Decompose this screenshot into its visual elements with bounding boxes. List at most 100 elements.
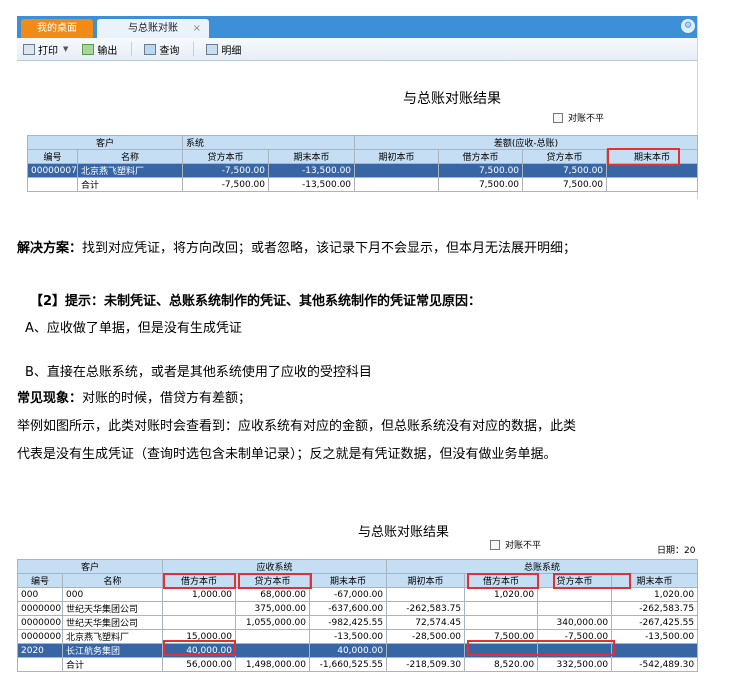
cell-code: 000 [17,587,63,602]
cell-ar-end: -982,425.55 [309,615,388,630]
printer-icon [23,43,35,55]
highlight-box [163,640,236,656]
screenshot-reconcile-2: 与总账对账结果 对账不平 日期：20 客户 应收系统 总账系统 编号 名称 借方… [16,507,699,695]
cell-gl-debit [464,615,539,630]
cell-gl-end: -267,425.55 [611,615,699,630]
unbalanced-checkbox[interactable]: 对账不平 [490,538,541,551]
cell-gl-end: -13,500.00 [611,629,699,644]
header-customer: 客户 [16,559,164,574]
col-diff-credit[interactable]: 贷方本币 [522,149,608,164]
cell-code: 00000001 [17,615,63,630]
cell-ar-end: -637,600.00 [309,601,388,616]
col-name[interactable]: 名称 [76,149,184,164]
cell-ar-credit: 1,055,000.00 [235,615,311,630]
cell-name: 北京燕飞塑料厂 [76,163,184,178]
example-line-2: 代表是没有生成凭证（查询时选包含未制单记录）；反之就是有凭证数据，但没有做业务单… [17,447,557,462]
cell-debit: -7,500.00 [182,177,270,192]
cell-gl-begin: 72,574.45 [386,615,466,630]
close-icon[interactable]: × [193,19,201,38]
cell-gl-end: 1,020.00 [611,587,699,602]
cell-ar-debit: 1,000.00 [162,587,237,602]
checkbox-box[interactable] [553,112,563,123]
cell-diff-credit: 7,500.00 [522,163,608,178]
cell-debit: -7,500.00 [182,163,270,178]
unbalanced-checkbox[interactable]: 对账不平 [553,111,604,124]
export-icon [82,43,95,55]
symptom-body: 对账的时候，借贷方有差额； [82,391,252,406]
tip-heading: 【2】提示：未制凭证、总账系统制作的凭证、其他系统制作的凭证常见原因： [30,294,482,309]
toolbar: 打印 ▼ 输出 查询 明细 [17,38,697,61]
table-row[interactable]: 000 000 1,000.00 68,000.00 -67,000.00 1,020.0… [17,587,699,602]
cell-diff-begin [354,177,440,192]
checkbox-box[interactable] [490,539,500,550]
table-row[interactable]: 00000001 世纪天华集团公司 375,000.00 -637,600.00 -26… [17,601,699,616]
export-label: 输出 [97,45,118,57]
reconcile-table: 客户 系统 差额(应收-总账) 编号 名称 贷方本币 期末本币 期初本币 借方本… [26,135,699,192]
detail-button[interactable]: 明细 [206,42,241,57]
col-gl-begin[interactable]: 期初本币 [386,573,466,588]
tab-desktop[interactable]: 我的桌面 [21,19,93,38]
cell-end: -13,500.00 [268,177,356,192]
chevron-down-icon[interactable]: ▼ [63,45,68,53]
cell-gl-end: -262,583.75 [611,601,699,616]
highlight-box [238,573,312,589]
col-code[interactable]: 编号 [27,149,78,164]
print-label: 打印 [38,45,58,57]
highlight-box [467,640,615,656]
solution-paragraph: 解决方案：找到对应凭证，将方向改回；或者忽略，该记录下月不会显示，但本月无法展开… [17,240,576,258]
checkbox-label: 对账不平 [505,541,542,551]
col-name[interactable]: 名称 [61,573,164,588]
highlight-box [553,573,631,589]
report-title: 与总账对账结果 [358,525,450,540]
cell-ar-end: -67,000.00 [309,587,388,602]
cell-gl-begin: -262,583.75 [386,601,466,616]
cell-gl-credit [537,587,613,602]
cell-name: 合计 [76,177,184,192]
cell-diff-credit: 7,500.00 [522,177,608,192]
query-button[interactable]: 查询 [144,42,179,57]
col-end[interactable]: 期末本币 [268,149,356,164]
table-row[interactable]: 合计 -7,500.00 -13,500.00 7,500.00 7,500.0… [27,177,699,192]
cell-ar-debit [162,615,237,630]
search-icon [144,43,157,55]
date-label: 日期：20 [657,546,696,556]
cell-ar-credit [235,629,311,644]
print-button[interactable]: 打印 ▼ [23,42,68,57]
cell-ar-credit: 1,498,000.00 [235,657,311,672]
cell-code: 00000007 [17,629,63,644]
table-row[interactable]: 合计 56,000.00 1,498,000.00 -1,660,525.55 -218… [17,657,699,672]
table-row[interactable]: 00000001 世纪天华集团公司 1,055,000.00 -982,425.55 7… [17,615,699,630]
cell-gl-end [611,643,699,658]
cell-name: 北京燕飞塑料厂 [61,629,164,644]
detail-label: 明细 [221,45,242,57]
table-header-group: 客户 应收系统 总账系统 [16,559,699,574]
col-debit[interactable]: 贷方本币 [182,149,270,164]
cell-gl-end: -542,489.30 [611,657,699,672]
export-button[interactable]: 输出 [82,42,117,57]
cell-name: 世纪天华集团公司 [61,601,164,616]
cell-diff-debit: 7,500.00 [438,163,524,178]
cell-diff-end [606,177,699,192]
cell-ar-debit: 56,000.00 [162,657,237,672]
col-ar-end[interactable]: 期末本币 [309,573,388,588]
cell-gl-begin [386,643,466,658]
detail-icon [206,43,219,55]
symptom-paragraph: 常见现象：对账的时候，借贷方有差额； [17,390,251,408]
settings-icon[interactable]: ⚙ [681,19,695,33]
cell-code: 2020 [17,643,63,658]
cell-end: -13,500.00 [268,163,356,178]
cell-code: 00000001 [17,601,63,616]
cell-code [17,657,63,672]
solution-label: 解决方案： [17,241,83,256]
table-row[interactable]: 00000007 北京燕飞塑料厂 -7,500.00 -13,500.00 7,… [27,163,699,178]
col-diff-begin[interactable]: 期初本币 [354,149,440,164]
cell-name: 长江航务集团 [61,643,164,658]
cell-name: 世纪天华集团公司 [61,615,164,630]
cell-gl-credit [537,601,613,616]
cell-gl-begin [386,587,466,602]
table-header-group: 客户 系统 差额(应收-总账) [26,135,699,150]
cell-gl-debit: 1,020.00 [464,587,539,602]
col-code[interactable]: 编号 [17,573,63,588]
col-diff-debit[interactable]: 借方本币 [438,149,524,164]
tab-reconcile[interactable]: 与总账对账 × [97,19,209,38]
